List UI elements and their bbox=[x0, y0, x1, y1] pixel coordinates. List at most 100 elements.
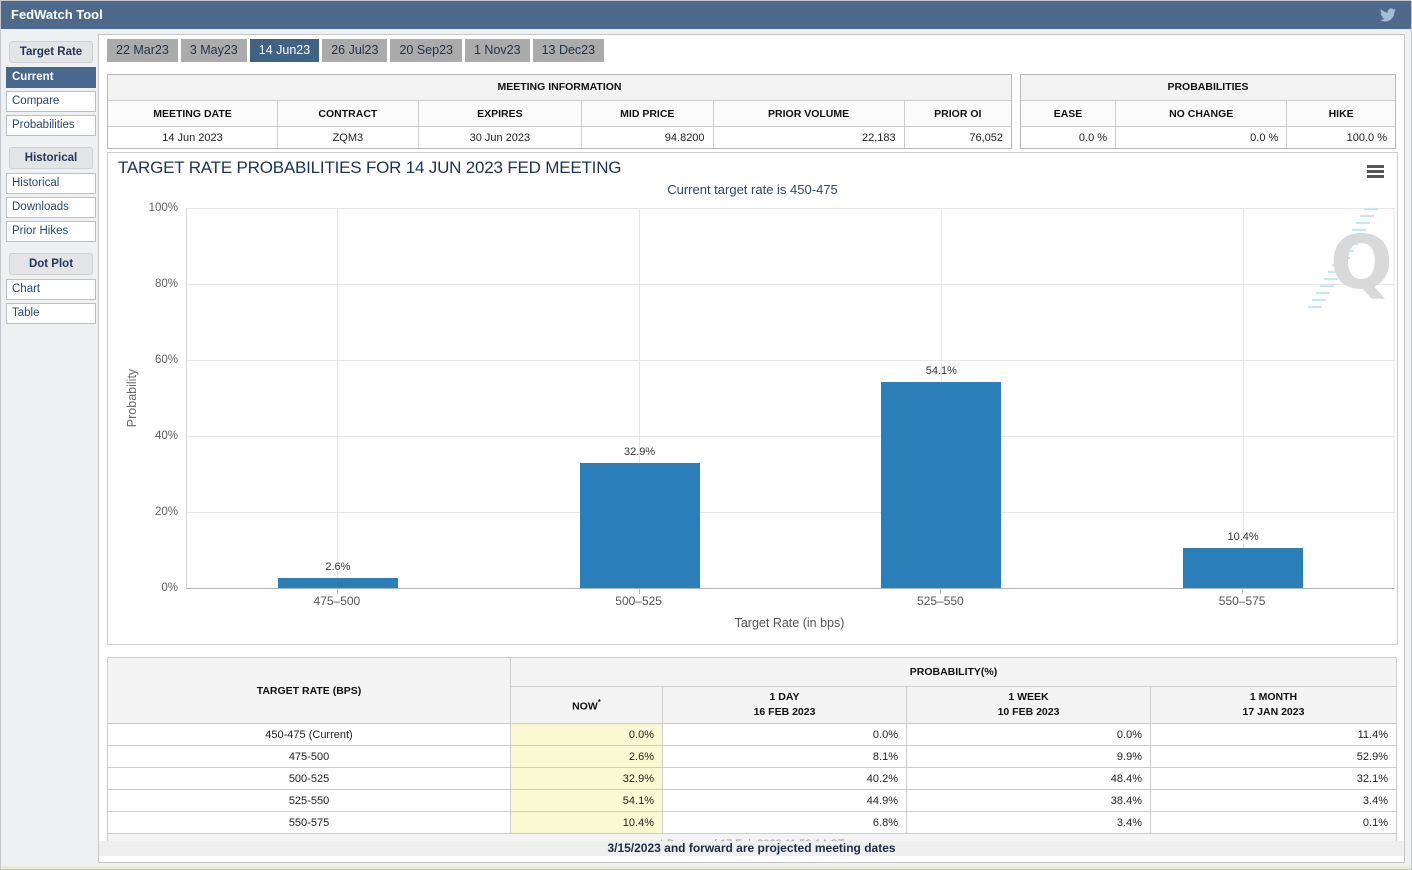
probabilities-summary-title: PROBABILITIES bbox=[1021, 75, 1395, 101]
one-day-probability-cell: 40.2% bbox=[663, 768, 907, 790]
tab-22-mar23[interactable]: 22 Mar23 bbox=[107, 39, 178, 62]
tab-13-dec23[interactable]: 13 Dec23 bbox=[533, 39, 605, 62]
fedwatch-tool-page: FedWatch Tool Target Rate Current Compare P… bbox=[0, 0, 1412, 870]
target-rate-cell: 525-550 bbox=[108, 790, 511, 812]
column-header-now: NOW* bbox=[511, 687, 663, 724]
bar-525-550 bbox=[881, 382, 1001, 588]
y-tick-60: 60% bbox=[116, 353, 178, 367]
meeting-information-table: MEETING INFORMATION MEETING DATECONTRACT… bbox=[107, 74, 1012, 149]
sidebar: Target Rate Current Compare Probabilities Hi… bbox=[6, 41, 96, 324]
one-day-probability-cell: 44.9% bbox=[663, 790, 907, 812]
probability-group-header: PROBABILITY(%) bbox=[511, 658, 1397, 687]
tab-20-sep23[interactable]: 20 Sep23 bbox=[390, 39, 462, 62]
value-prior-oi: 76,052 bbox=[904, 127, 1011, 149]
table-row: 500-52532.9%40.2%48.4%32.1% bbox=[108, 768, 1397, 790]
x-tick-500-525: 500–525 bbox=[559, 594, 719, 608]
one-week-probability-cell: 48.4% bbox=[907, 768, 1151, 790]
table-row: 450-475 (Current)0.0%0.0%0.0%11.4% bbox=[108, 724, 1397, 746]
one-month-probability-cell: 32.1% bbox=[1151, 768, 1397, 790]
target-rate-cell: 475-500 bbox=[108, 746, 511, 768]
value-prior-volume: 22,183 bbox=[713, 127, 904, 149]
column-header-1-week: 1 WEEK10 FEB 2023 bbox=[907, 687, 1151, 724]
chart-title: TARGET RATE PROBABILITIES FOR 14 JUN 202… bbox=[118, 158, 621, 178]
one-month-probability-cell: 52.9% bbox=[1151, 746, 1397, 768]
one-month-probability-cell: 3.4% bbox=[1151, 790, 1397, 812]
one-month-probability-cell: 11.4% bbox=[1151, 724, 1397, 746]
page-bottom-edge bbox=[1, 866, 1411, 869]
one-day-probability-cell: 8.1% bbox=[663, 746, 907, 768]
sidebar-item-historical[interactable]: Historical bbox=[6, 173, 96, 194]
y-tick-80: 80% bbox=[116, 277, 178, 291]
app-header: FedWatch Tool bbox=[1, 1, 1411, 29]
column-header-no-change: NO CHANGE bbox=[1116, 101, 1287, 127]
column-header-mid-price: MID PRICE bbox=[582, 101, 713, 127]
column-header-ease: EASE bbox=[1021, 101, 1116, 127]
quikstrike-q-watermark-icon: Q bbox=[1300, 203, 1400, 318]
y-axis-title: Probability bbox=[125, 369, 139, 427]
column-header-meeting-date: MEETING DATE bbox=[108, 101, 278, 127]
value-mid-price: 94.8200 bbox=[582, 127, 713, 149]
sidebar-item-prior-hikes[interactable]: Prior Hikes bbox=[6, 221, 96, 242]
y-tick-100: 100% bbox=[116, 201, 178, 215]
column-header-contract: CONTRACT bbox=[278, 101, 419, 127]
tab-14-jun23[interactable]: 14 Jun23 bbox=[250, 39, 319, 62]
meeting-information-title: MEETING INFORMATION bbox=[108, 75, 1011, 101]
value-no-change: 0.0 % bbox=[1116, 127, 1287, 149]
tab-26-jul23[interactable]: 26 Jul23 bbox=[322, 39, 387, 62]
x-tick-550-575: 550–575 bbox=[1162, 594, 1322, 608]
now-probability-cell: 32.9% bbox=[511, 768, 663, 790]
now-probability-cell: 10.4% bbox=[511, 812, 663, 834]
value-ease: 0.0 % bbox=[1021, 127, 1116, 149]
value-hike: 100.0 % bbox=[1287, 127, 1395, 149]
sidebar-item-downloads[interactable]: Downloads bbox=[6, 197, 96, 218]
sidebar-item-table[interactable]: Table bbox=[6, 303, 96, 324]
tab-3-may23[interactable]: 3 May23 bbox=[181, 39, 247, 62]
x-tick-475-500: 475–500 bbox=[257, 594, 417, 608]
bar-value-label: 10.4% bbox=[1163, 531, 1323, 543]
y-tick-0: 0% bbox=[116, 581, 178, 595]
sidebar-section-historical: Historical bbox=[9, 147, 93, 169]
probabilities-summary-table: PROBABILITIES EASENO CHANGEHIKE0.0 %0.0 … bbox=[1020, 74, 1396, 149]
sidebar-item-compare[interactable]: Compare bbox=[6, 91, 96, 112]
one-day-probability-cell: 0.0% bbox=[663, 724, 907, 746]
table-row: 475-5002.6%8.1%9.9%52.9% bbox=[108, 746, 1397, 768]
twitter-icon[interactable] bbox=[1379, 7, 1397, 23]
y-tick-20: 20% bbox=[116, 505, 178, 519]
y-tick-40: 40% bbox=[116, 429, 178, 443]
column-header-1-day: 1 DAY16 FEB 2023 bbox=[663, 687, 907, 724]
main-panel: 22 Mar233 May2314 Jun2326 Jul2320 Sep231… bbox=[98, 34, 1405, 863]
target-rate-cell: 500-525 bbox=[108, 768, 511, 790]
one-week-probability-cell: 9.9% bbox=[907, 746, 1151, 768]
column-header-1-month: 1 MONTH17 JAN 2023 bbox=[1151, 687, 1397, 724]
bar-value-label: 2.6% bbox=[258, 561, 418, 573]
bar-500-525 bbox=[580, 463, 700, 588]
x-axis-title: Target Rate (in bps) bbox=[186, 616, 1393, 630]
target-rate-column-header: TARGET RATE (BPS) bbox=[108, 658, 511, 724]
target-rate-cell: 550-575 bbox=[108, 812, 511, 834]
chart-subtitle: Current target rate is 450-475 bbox=[108, 182, 1397, 197]
chart-panel: TARGET RATE PROBABILITIES FOR 14 JUN 202… bbox=[107, 152, 1398, 645]
target-rate-cell: 450-475 (Current) bbox=[108, 724, 511, 746]
one-week-probability-cell: 38.4% bbox=[907, 790, 1151, 812]
bar-475-500 bbox=[278, 578, 398, 588]
sidebar-item-current[interactable]: Current bbox=[6, 67, 96, 88]
menu-icon[interactable] bbox=[1367, 165, 1384, 180]
bar-550-575 bbox=[1183, 548, 1303, 588]
one-day-probability-cell: 6.8% bbox=[663, 812, 907, 834]
value-contract: ZQM3 bbox=[278, 127, 419, 149]
sidebar-item-chart[interactable]: Chart bbox=[6, 279, 96, 300]
bar-value-label: 54.1% bbox=[861, 365, 1021, 377]
probability-table: TARGET RATE (BPS)PROBABILITY(%)NOW*1 DAY… bbox=[107, 657, 1396, 855]
value-expires: 30 Jun 2023 bbox=[418, 127, 581, 149]
one-week-probability-cell: 3.4% bbox=[907, 812, 1151, 834]
now-probability-cell: 54.1% bbox=[511, 790, 663, 812]
app-title: FedWatch Tool bbox=[11, 1, 103, 29]
sidebar-item-probabilities[interactable]: Probabilities bbox=[6, 115, 96, 136]
chart-plot-area: 2.6%32.9%54.1%10.4% bbox=[186, 208, 1395, 589]
value-meeting-date: 14 Jun 2023 bbox=[108, 127, 278, 149]
sidebar-section-dot-plot: Dot Plot bbox=[9, 253, 93, 275]
sidebar-section-target-rate: Target Rate bbox=[9, 41, 93, 63]
projection-note: 3/15/2023 and forward are projected meet… bbox=[99, 841, 1404, 856]
now-probability-cell: 0.0% bbox=[511, 724, 663, 746]
tab-1-nov23[interactable]: 1 Nov23 bbox=[465, 39, 530, 62]
